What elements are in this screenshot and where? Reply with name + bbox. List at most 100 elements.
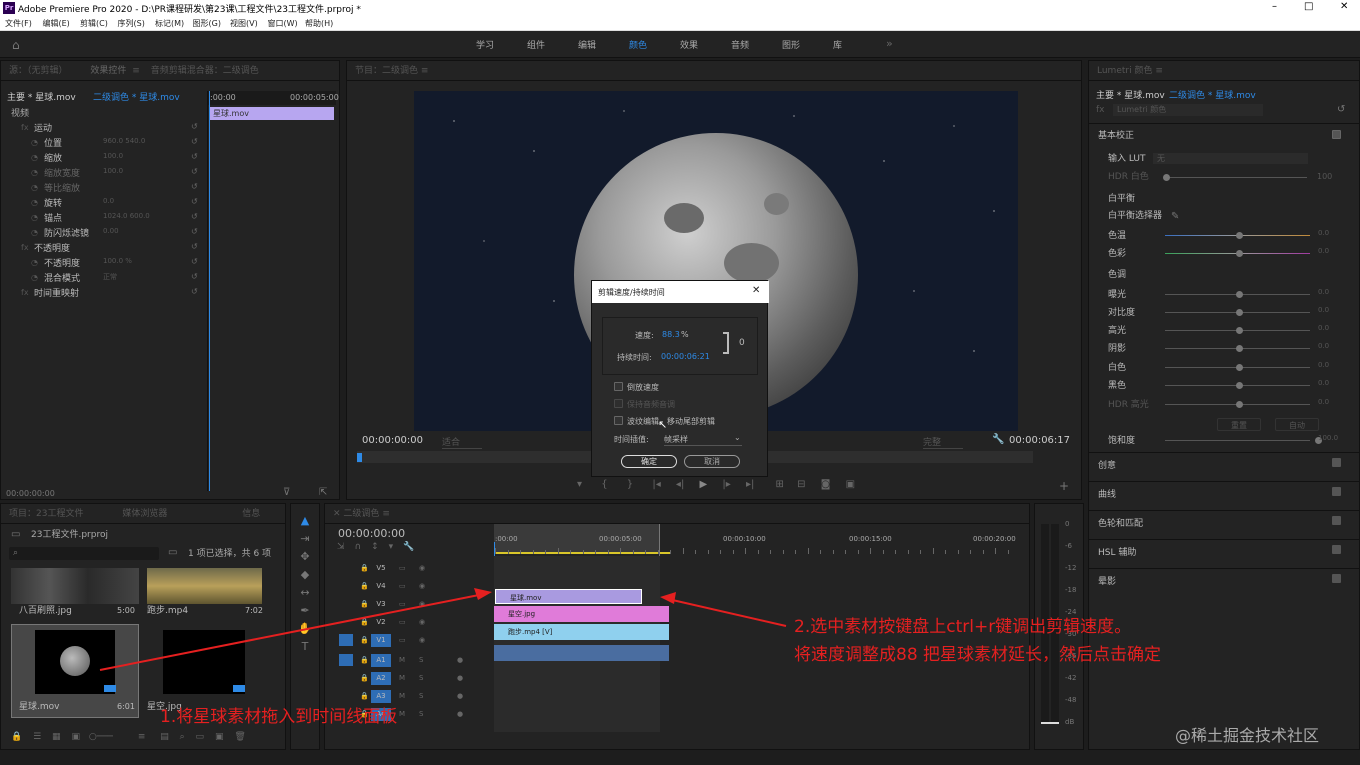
automate-icon[interactable]: ▤ <box>160 732 169 742</box>
track-eye-icon[interactable]: S <box>419 674 423 682</box>
hand-icon[interactable]: ✋ <box>291 622 319 635</box>
menu-item-4[interactable]: 标记(M) <box>155 18 184 29</box>
maintain-pitch-checkbox[interactable] <box>614 399 623 408</box>
tab-source[interactable]: 源：（无剪辑） <box>9 66 68 76</box>
tab-effect-controls[interactable]: 效果控件 <box>90 66 126 76</box>
stars-clip[interactable]: 星空.jpg <box>494 606 669 622</box>
program-playhead[interactable] <box>357 453 362 462</box>
icon-view-icon[interactable]: ▦ <box>52 732 61 742</box>
minimize-button[interactable]: – <box>1272 1 1277 12</box>
lift-icon[interactable]: ⊞ <box>776 479 784 490</box>
freeform-view-icon[interactable]: ▣ <box>71 732 80 742</box>
audio-clip[interactable] <box>494 645 669 661</box>
fx-icon[interactable]: ◔ <box>31 168 38 177</box>
track-toggle-icon[interactable]: M <box>399 710 405 718</box>
ec-prop-value[interactable]: 100.0 <box>103 167 123 175</box>
tab-project[interactable]: 项目：23工程文件 <box>9 509 83 519</box>
menu-item-6[interactable]: 视图(V) <box>230 18 258 29</box>
filter-icon[interactable]: ⊽ <box>283 488 290 498</box>
workspace-tab-2[interactable]: 编辑 <box>578 38 596 51</box>
delete-icon[interactable]: 🗑 <box>234 732 245 742</box>
add-button-icon[interactable]: + <box>1059 480 1069 492</box>
ec-prop-value[interactable]: 0.0 <box>103 197 114 205</box>
reset-param-icon[interactable]: ↺ <box>191 257 198 266</box>
thumb-run[interactable] <box>147 568 262 604</box>
ec-clip-bar[interactable]: 星球.mov <box>210 107 334 120</box>
lumetri-slider-knob[interactable] <box>1236 232 1243 239</box>
track-toggle-icon[interactable]: ▭ <box>399 636 406 644</box>
wrench-icon[interactable]: 🔧 <box>992 435 1004 445</box>
fx-icon[interactable]: ◔ <box>31 273 38 282</box>
lumetri-slider-value[interactable]: 100.0 <box>1318 434 1338 442</box>
close-sequence-icon[interactable]: ✕ <box>333 509 341 519</box>
reset-param-icon[interactable]: ↺ <box>191 182 198 191</box>
comparison-icon[interactable]: ▣ <box>846 479 855 490</box>
razor-icon[interactable]: ◆ <box>291 568 319 581</box>
track-lock-icon[interactable]: 🔒 <box>360 600 369 608</box>
ec-prop-value[interactable]: 100.0 % <box>103 257 132 265</box>
lumetri-slider-value[interactable]: 0.0 <box>1318 288 1329 296</box>
workspace-tab-6[interactable]: 图形 <box>782 38 800 51</box>
reset-param-icon[interactable]: ↺ <box>191 242 198 251</box>
mark-out-icon[interactable]: } <box>627 479 633 490</box>
menu-item-0[interactable]: 文件(F) <box>5 18 32 29</box>
lumetri-slider-value[interactable]: 0.0 <box>1318 398 1329 406</box>
step-forward-icon[interactable]: |▸ <box>722 479 730 490</box>
pen-icon[interactable]: ✒ <box>291 604 319 617</box>
hdr-white-value[interactable]: 100 <box>1317 170 1332 184</box>
slip-icon[interactable]: ↔ <box>291 586 319 599</box>
track-toggle-icon[interactable]: M <box>399 674 405 682</box>
lumetri-slider-knob[interactable] <box>1236 401 1243 408</box>
track-mic-icon[interactable]: ● <box>457 656 463 664</box>
close-window-button[interactable]: ✕ <box>1340 1 1348 12</box>
home-icon[interactable]: ⌂ <box>12 38 20 52</box>
lumetri-section-4[interactable]: 晕影 <box>1098 574 1116 587</box>
menu-item-2[interactable]: 剪辑(C) <box>80 18 108 29</box>
track-eye-icon[interactable]: S <box>419 710 423 718</box>
track-select-icon[interactable]: ⇥ <box>291 532 319 545</box>
ec-prop-value[interactable]: 0.00 <box>103 227 119 235</box>
lumetri-section-checkbox[interactable] <box>1332 545 1341 554</box>
reverse-checkbox[interactable] <box>614 382 623 391</box>
dialog-close-button[interactable]: ✕ <box>752 285 760 296</box>
fx-icon[interactable]: ◔ <box>31 198 38 207</box>
basic-correction-checkbox[interactable] <box>1332 130 1341 139</box>
track-toggle-icon[interactable]: M <box>399 692 405 700</box>
lumetri-slider-knob[interactable] <box>1236 382 1243 389</box>
auto-button[interactable]: 自动 <box>1275 418 1319 431</box>
ok-button[interactable]: 确定 <box>621 455 677 468</box>
lumetri-section-1[interactable]: 曲线 <box>1098 487 1116 500</box>
menu-item-8[interactable]: 帮助(H) <box>305 18 333 29</box>
extract-icon[interactable]: ⊟ <box>797 479 805 490</box>
camera-icon[interactable]: ◙ <box>821 479 831 490</box>
tab-media-browser[interactable]: 媒体浏览器 <box>122 509 167 519</box>
type-icon[interactable]: T <box>291 640 319 653</box>
fx-icon[interactable]: fx <box>21 123 29 132</box>
lumetri-section-checkbox[interactable] <box>1332 487 1341 496</box>
fx-icon[interactable]: ◔ <box>31 138 38 147</box>
new-item-icon[interactable]: ▭ <box>196 732 205 742</box>
chain-link-icon[interactable]: 0 <box>739 338 745 348</box>
track-label-V4[interactable]: V4 <box>371 580 391 593</box>
thumb-photo[interactable] <box>11 568 139 604</box>
lumetri-section-checkbox[interactable] <box>1332 516 1341 525</box>
fx-icon[interactable]: ◔ <box>31 213 38 222</box>
lumetri-reset-icon[interactable]: ↺ <box>1337 105 1345 115</box>
menu-item-7[interactable]: 窗口(W) <box>268 18 298 29</box>
reset-param-icon[interactable]: ↺ <box>191 152 198 161</box>
duration-value[interactable]: 00:00:06:21 <box>661 352 710 361</box>
track-mic-icon[interactable]: ● <box>457 710 463 718</box>
workspace-tab-0[interactable]: 学习 <box>476 38 494 51</box>
ec-playhead[interactable] <box>209 91 210 491</box>
lumetri-sequence[interactable]: 二级调色 * 星球.mov <box>1169 89 1256 103</box>
ec-sequence-label[interactable]: 二级调色 * 星球.mov <box>93 91 180 105</box>
workspace-tab-1[interactable]: 组件 <box>527 38 545 51</box>
reset-param-icon[interactable]: ↺ <box>191 137 198 146</box>
lumetri-slider-value[interactable]: 0.0 <box>1318 247 1329 255</box>
workspace-more-button[interactable]: » <box>886 37 893 50</box>
step-back-icon[interactable]: ◂| <box>676 479 684 490</box>
lumetri-fx-dropdown[interactable]: Lumetri 颜色 <box>1113 104 1263 116</box>
hdr-white-knob[interactable] <box>1163 174 1170 181</box>
lumetri-slider-knob[interactable] <box>1236 345 1243 352</box>
lumetri-slider-value[interactable]: 0.0 <box>1318 361 1329 369</box>
